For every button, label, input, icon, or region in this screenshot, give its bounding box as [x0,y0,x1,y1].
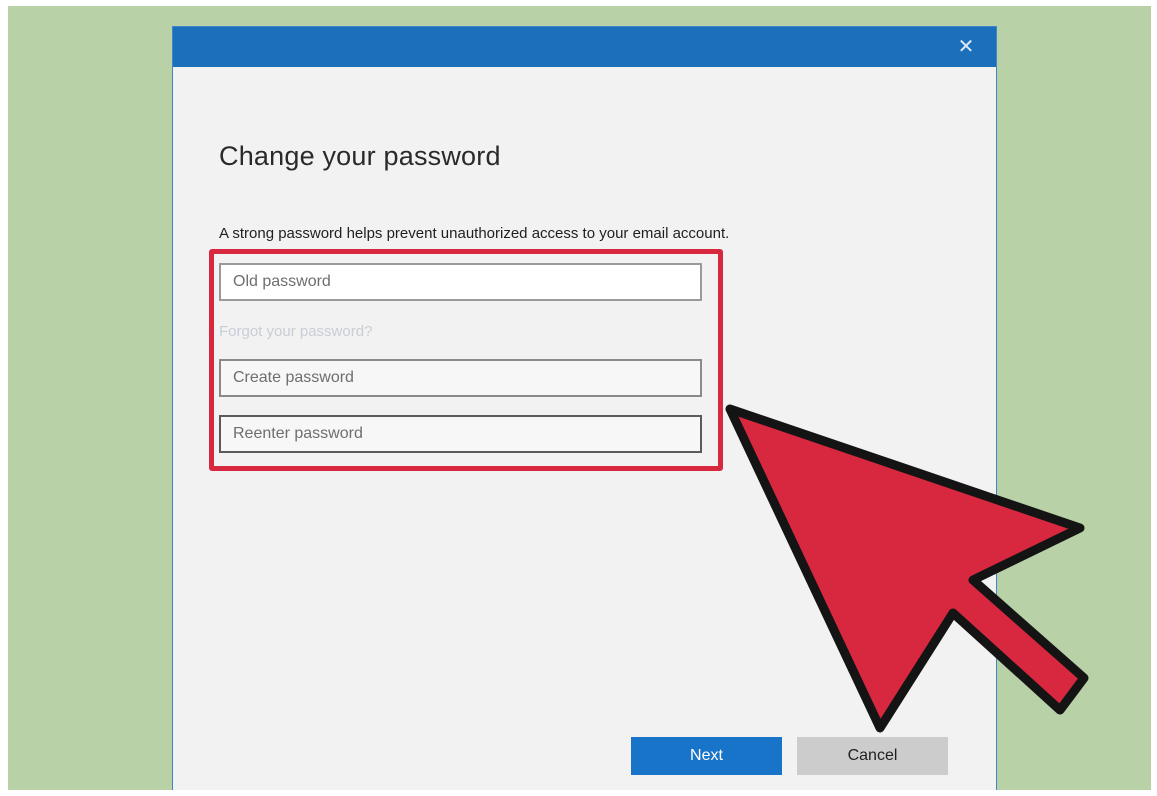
old-password-field[interactable] [219,263,702,301]
change-password-dialog: ✕ Change your password A strong password… [172,26,997,790]
next-button[interactable]: Next [631,737,782,775]
title-bar: ✕ [173,27,996,67]
reenter-password-field[interactable] [219,415,702,453]
cancel-button[interactable]: Cancel [797,737,948,775]
close-icon[interactable]: ✕ [954,35,978,59]
page-title: Change your password [219,141,501,171]
forgot-password-link[interactable]: Forgot your password? [219,323,372,340]
backdrop: ✕ Change your password A strong password… [8,6,1151,790]
create-password-field[interactable] [219,359,702,397]
description-text: A strong password helps prevent unauthor… [219,225,730,242]
